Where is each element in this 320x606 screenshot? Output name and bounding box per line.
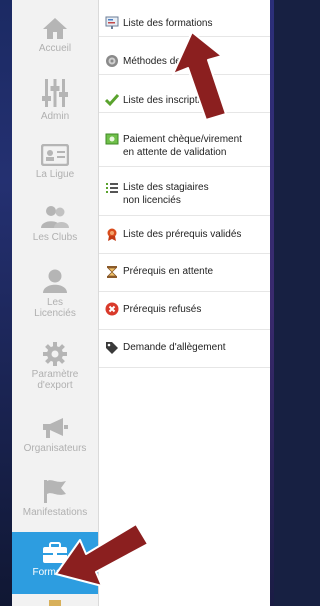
home-icon — [43, 18, 67, 39]
background-left — [0, 0, 12, 606]
sidebar-item-parametre-export[interactable]: Paramètre d'export — [12, 342, 98, 391]
menu-item-label-line2: non licenciés — [123, 195, 181, 206]
sidebar-item-label-line1: Les — [46, 297, 64, 308]
menu-item-label-line1: Paiement chèque/virement — [123, 134, 242, 145]
sidebar-item-label: Admin — [40, 111, 70, 122]
money-icon — [105, 133, 119, 145]
sidebar-item-label: Organisateurs — [23, 443, 87, 454]
group-icon — [41, 206, 69, 228]
menu-item-stagiaires-non-licencies[interactable]: Liste des stagiaires non licenciés — [99, 168, 270, 216]
sidebar-item-label: Les Clubs — [32, 232, 78, 243]
sliders-icon — [42, 79, 68, 107]
menu-item-label-line1: Liste des stagiaires — [123, 182, 209, 193]
sidebar-item-label-line2: Licenciés — [34, 308, 76, 319]
menu-item-prerequis-attente[interactable]: Prérequis en attente — [99, 255, 270, 292]
user-icon — [43, 269, 67, 293]
sidebar-item-les-clubs[interactable]: Les Clubs — [12, 205, 98, 243]
menu-item-demande-allegement[interactable]: Demande d'allègement — [99, 331, 270, 368]
sidebar-item-organisateurs[interactable]: Organisateurs — [12, 416, 98, 454]
menu-item-label: Demande d'allègement — [123, 342, 226, 353]
ribbon-icon — [107, 228, 117, 241]
sidebar-item-admin[interactable]: Admin — [12, 78, 98, 122]
id-card-icon — [41, 144, 69, 166]
sidebar-item-label: Accueil — [38, 43, 72, 54]
menu-item-label: Prérequis en attente — [123, 266, 214, 277]
sidebar-item-les-licencies[interactable]: Les Licenciés — [12, 268, 98, 319]
sidebar-item-la-ligue[interactable]: La Ligue — [12, 144, 98, 180]
partial-icon — [49, 600, 61, 606]
sidebar-item-partial[interactable] — [12, 598, 98, 606]
gear-icon — [43, 342, 67, 366]
error-icon — [105, 302, 119, 316]
menu-item-prerequis-refuses[interactable]: Prérequis refusés — [99, 293, 270, 330]
flag-icon — [44, 480, 66, 503]
sidebar-item-accueil[interactable]: Accueil — [12, 16, 98, 54]
sidebar-item-label: La Ligue — [35, 169, 75, 180]
cog-small-icon — [106, 55, 118, 67]
menu-item-label: Liste des formations — [123, 18, 213, 29]
megaphone-icon — [43, 418, 68, 438]
annotation-arrow-up-icon — [172, 31, 227, 121]
check-icon — [105, 94, 119, 107]
hourglass-icon — [107, 266, 117, 278]
sidebar-item-label-line1: Paramètre — [31, 369, 79, 380]
sidebar-item-label-line2: d'export — [37, 380, 73, 391]
presentation-icon — [105, 16, 119, 29]
list-icon — [106, 183, 118, 193]
menu-item-prerequis-valides[interactable]: Liste des prérequis validés — [99, 217, 270, 254]
tag-icon — [106, 342, 118, 354]
annotation-arrow-left-icon — [55, 523, 149, 587]
background-right — [270, 0, 274, 606]
menu-item-label: Prérequis refusés — [123, 304, 202, 315]
menu-item-label: Liste des prérequis validés — [123, 229, 242, 240]
menu-item-label-line2: en attente de validation — [123, 147, 227, 158]
